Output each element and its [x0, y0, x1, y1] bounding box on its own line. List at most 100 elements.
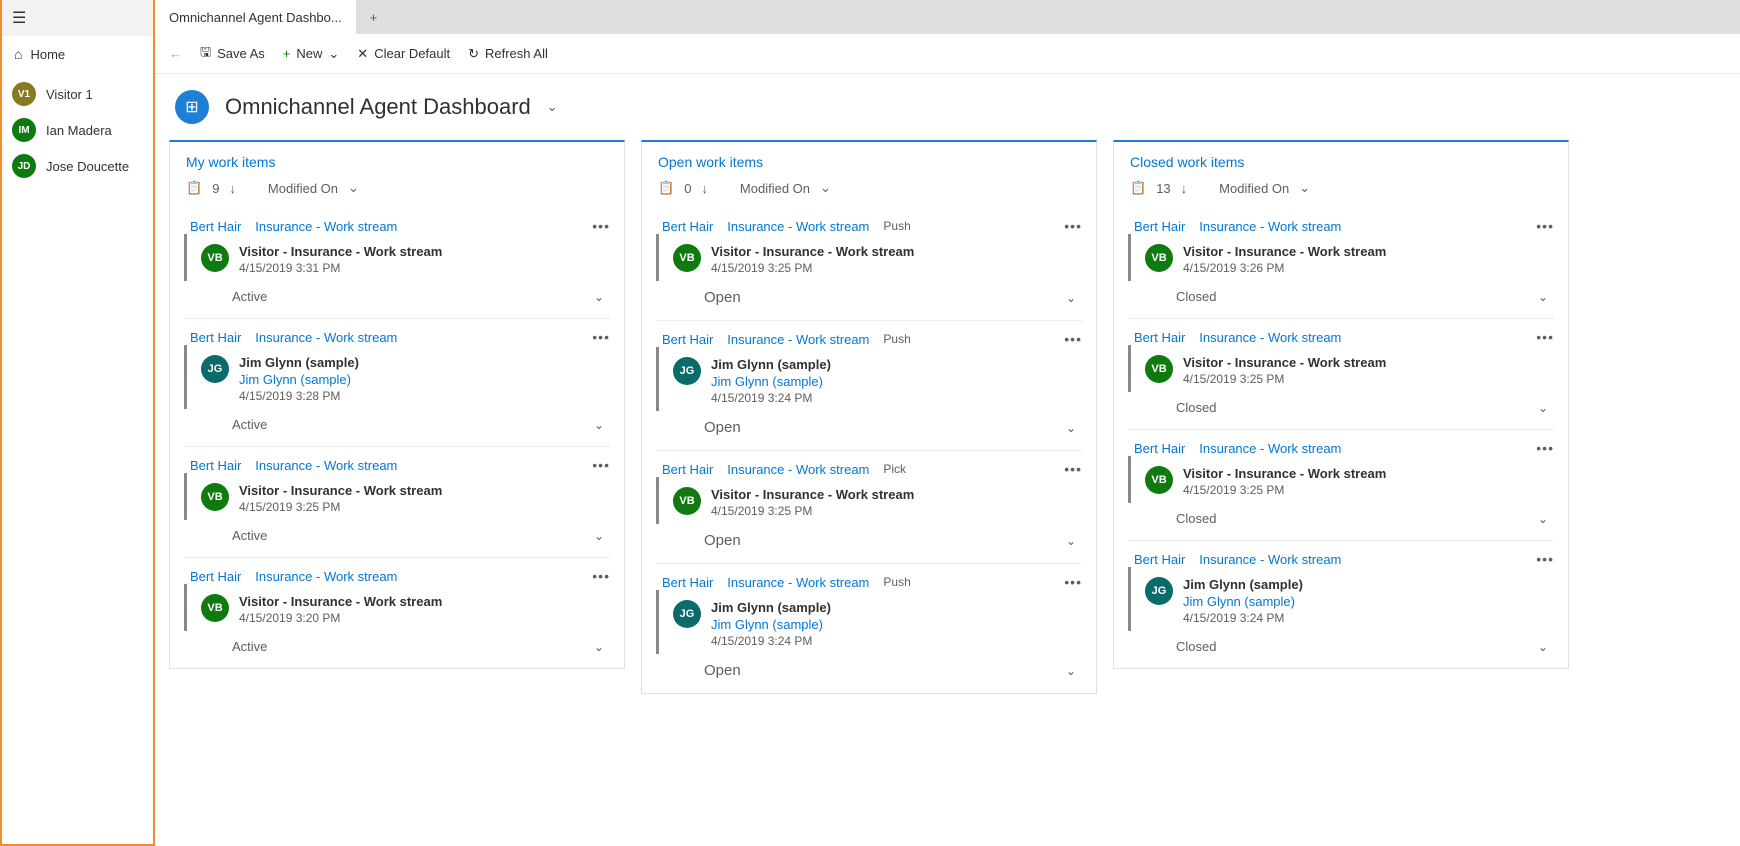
- chevron-down-icon[interactable]: ⌄: [1066, 291, 1076, 305]
- column-meta: 📋9↓Modified On⌄: [186, 180, 608, 196]
- chevron-down-icon[interactable]: ⌄: [1066, 664, 1076, 678]
- card-status: Open: [704, 532, 741, 549]
- work-item-card[interactable]: Bert HairInsurance - Work streamPush•••V…: [656, 208, 1082, 310]
- card-date: 4/15/2019 3:25 PM: [711, 504, 914, 518]
- back-icon[interactable]: ←: [169, 46, 182, 61]
- tab-add-button[interactable]: +: [356, 2, 392, 33]
- card-owner-link[interactable]: Bert Hair: [662, 462, 713, 477]
- toolbar-new[interactable]: + New ⌄: [283, 46, 340, 62]
- card-title: Visitor - Insurance - Work stream: [239, 483, 442, 498]
- card-stream-link[interactable]: Insurance - Work stream: [1199, 441, 1341, 456]
- card-stream-link[interactable]: Insurance - Work stream: [1199, 552, 1341, 567]
- card-owner-link[interactable]: Bert Hair: [662, 219, 713, 234]
- card-stream-link[interactable]: Insurance - Work stream: [727, 462, 869, 477]
- card-date: 4/15/2019 3:26 PM: [1183, 261, 1386, 275]
- card-owner-link[interactable]: Bert Hair: [190, 330, 241, 345]
- card-stream-link[interactable]: Insurance - Work stream: [1199, 219, 1341, 234]
- sidebar-visitor-item[interactable]: V1Visitor 1: [2, 76, 153, 112]
- card-owner-link[interactable]: Bert Hair: [1134, 219, 1185, 234]
- work-item-card[interactable]: Bert HairInsurance - Work stream•••VBVis…: [1128, 429, 1554, 530]
- card-more-icon[interactable]: •••: [1536, 440, 1554, 456]
- card-more-icon[interactable]: •••: [1536, 329, 1554, 345]
- card-stream-link[interactable]: Insurance - Work stream: [255, 458, 397, 473]
- column-count: 0: [684, 181, 691, 196]
- chevron-down-icon[interactable]: ⌄: [1538, 290, 1548, 304]
- card-stream-link[interactable]: Insurance - Work stream: [255, 569, 397, 584]
- work-item-card[interactable]: Bert HairInsurance - Work streamPick•••V…: [656, 450, 1082, 553]
- clipboard-icon: 📋: [186, 180, 202, 196]
- chevron-down-icon[interactable]: ⌄: [1538, 512, 1548, 526]
- sort-arrow-icon[interactable]: ↓: [229, 181, 236, 196]
- card-owner-link[interactable]: Bert Hair: [190, 219, 241, 234]
- avatar: JG: [673, 600, 701, 628]
- chevron-down-icon[interactable]: ⌄: [1066, 534, 1076, 548]
- chevron-down-icon[interactable]: ⌄: [594, 529, 604, 543]
- card-sublink[interactable]: Jim Glynn (sample): [1183, 594, 1303, 609]
- nav-home[interactable]: ⌂ Home: [2, 36, 153, 72]
- chevron-down-icon[interactable]: ⌄: [1066, 421, 1076, 435]
- work-item-card[interactable]: Bert HairInsurance - Work stream•••JGJim…: [184, 318, 610, 436]
- chevron-down-icon[interactable]: ⌄: [820, 180, 831, 196]
- card-stream-link[interactable]: Insurance - Work stream: [727, 332, 869, 347]
- card-more-icon[interactable]: •••: [592, 457, 610, 473]
- chevron-down-icon[interactable]: ⌄: [348, 180, 359, 196]
- work-item-card[interactable]: Bert HairInsurance - Work stream•••VBVis…: [1128, 318, 1554, 419]
- card-owner-link[interactable]: Bert Hair: [662, 332, 713, 347]
- card-stream-link[interactable]: Insurance - Work stream: [727, 219, 869, 234]
- card-owner-link[interactable]: Bert Hair: [190, 458, 241, 473]
- toolbar-clear-default[interactable]: ✕ Clear Default: [357, 46, 450, 62]
- card-more-icon[interactable]: •••: [1064, 574, 1082, 590]
- work-item-card[interactable]: Bert HairInsurance - Work streamPush•••J…: [656, 320, 1082, 440]
- chevron-down-icon[interactable]: ⌄: [1299, 180, 1310, 196]
- card-stream-link[interactable]: Insurance - Work stream: [255, 330, 397, 345]
- column-title: My work items: [186, 154, 608, 170]
- card-more-icon[interactable]: •••: [592, 329, 610, 345]
- sort-arrow-icon[interactable]: ↓: [701, 181, 708, 196]
- card-more-icon[interactable]: •••: [1064, 218, 1082, 234]
- sidebar-visitor-item[interactable]: JDJose Doucette: [2, 148, 153, 184]
- hamburger-menu-icon[interactable]: ☰: [12, 8, 143, 28]
- card-title: Visitor - Insurance - Work stream: [239, 594, 442, 609]
- toolbar: ← 🖫 Save As + New ⌄ ✕ Clear Default ↻ Re…: [155, 34, 1740, 74]
- card-sublink[interactable]: Jim Glynn (sample): [239, 372, 359, 387]
- card-status: Open: [704, 289, 741, 306]
- tab-dashboard[interactable]: Omnichannel Agent Dashbo...: [155, 0, 356, 34]
- sidebar-visitor-item[interactable]: IMIan Madera: [2, 112, 153, 148]
- column-sort-label: Modified On: [268, 181, 338, 196]
- card-more-icon[interactable]: •••: [592, 568, 610, 584]
- card-more-icon[interactable]: •••: [1536, 218, 1554, 234]
- card-more-icon[interactable]: •••: [1064, 461, 1082, 477]
- chevron-down-icon[interactable]: ⌄: [594, 290, 604, 304]
- dashboard-icon: ⊞: [175, 90, 209, 124]
- card-owner-link[interactable]: Bert Hair: [1134, 441, 1185, 456]
- card-more-icon[interactable]: •••: [592, 218, 610, 234]
- page-title-chevron-icon[interactable]: ⌄: [547, 99, 558, 115]
- card-owner-link[interactable]: Bert Hair: [662, 575, 713, 590]
- card-stream-link[interactable]: Insurance - Work stream: [1199, 330, 1341, 345]
- toolbar-refresh-all[interactable]: ↻ Refresh All: [468, 46, 548, 62]
- chevron-down-icon[interactable]: ⌄: [1538, 640, 1548, 654]
- toolbar-save-as[interactable]: 🖫 Save As: [200, 43, 265, 65]
- card-owner-link[interactable]: Bert Hair: [1134, 330, 1185, 345]
- card-more-icon[interactable]: •••: [1064, 331, 1082, 347]
- chevron-down-icon[interactable]: ⌄: [594, 640, 604, 654]
- work-item-card[interactable]: Bert HairInsurance - Work stream•••VBVis…: [1128, 208, 1554, 308]
- card-date: 4/15/2019 3:24 PM: [711, 634, 831, 648]
- card-stream-link[interactable]: Insurance - Work stream: [727, 575, 869, 590]
- card-sublink[interactable]: Jim Glynn (sample): [711, 617, 831, 632]
- chevron-down-icon[interactable]: ⌄: [1538, 401, 1548, 415]
- work-item-card[interactable]: Bert HairInsurance - Work stream•••VBVis…: [184, 557, 610, 658]
- refresh-icon: ↻: [468, 46, 479, 62]
- work-item-card[interactable]: Bert HairInsurance - Work stream•••JGJim…: [1128, 540, 1554, 658]
- card-more-icon[interactable]: •••: [1536, 551, 1554, 567]
- sort-arrow-icon[interactable]: ↓: [1181, 181, 1188, 196]
- avatar: IM: [12, 118, 36, 142]
- card-owner-link[interactable]: Bert Hair: [1134, 552, 1185, 567]
- card-sublink[interactable]: Jim Glynn (sample): [711, 374, 831, 389]
- chevron-down-icon[interactable]: ⌄: [594, 418, 604, 432]
- work-item-card[interactable]: Bert HairInsurance - Work stream•••VBVis…: [184, 446, 610, 547]
- work-item-card[interactable]: Bert HairInsurance - Work stream•••VBVis…: [184, 208, 610, 308]
- work-item-card[interactable]: Bert HairInsurance - Work streamPush•••J…: [656, 563, 1082, 683]
- card-owner-link[interactable]: Bert Hair: [190, 569, 241, 584]
- card-stream-link[interactable]: Insurance - Work stream: [255, 219, 397, 234]
